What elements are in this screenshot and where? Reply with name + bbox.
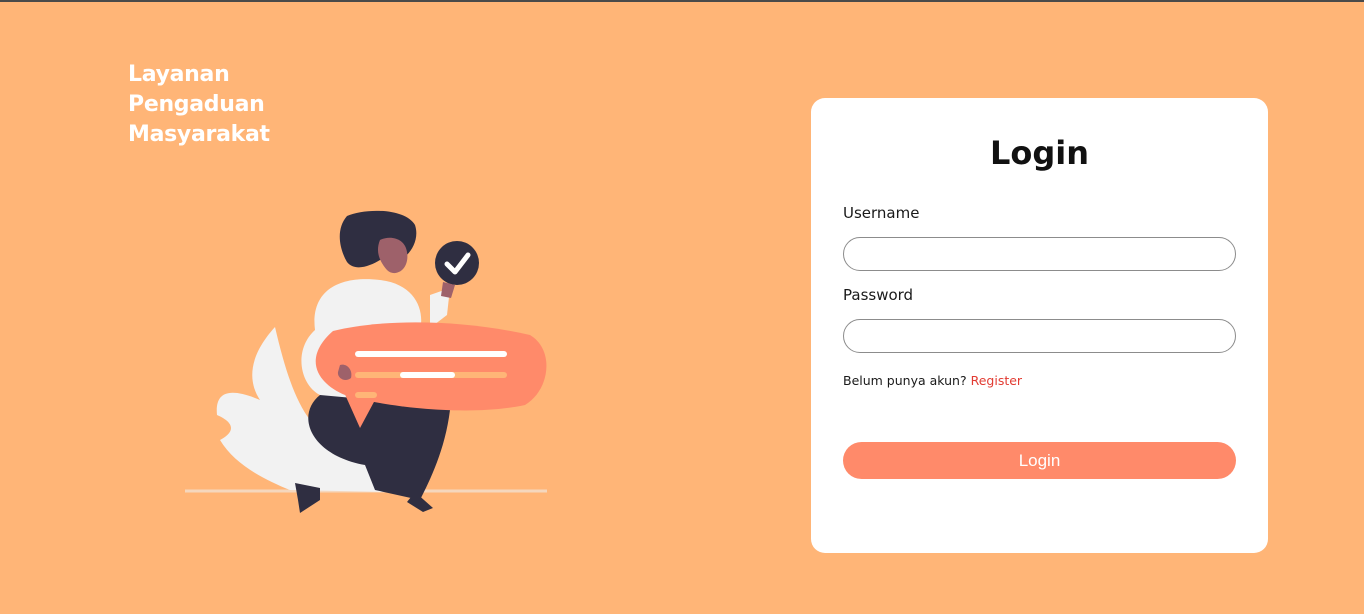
login-button[interactable]: Login: [843, 442, 1236, 479]
login-card: Login Username Password Belum punya akun…: [811, 98, 1268, 553]
person-illustration: [185, 210, 547, 513]
register-prompt-text: Belum punya akun?: [843, 373, 967, 388]
brand-line-1: Layanan: [128, 62, 230, 87]
brand-line-3: Masyarakat: [128, 122, 270, 147]
brand-title: Layanan Pengaduan Masyarakat: [128, 60, 270, 150]
login-title: Login: [989, 134, 1090, 172]
window-top-border: [0, 0, 1364, 2]
register-prompt-line: Belum punya akun? Register: [843, 373, 1022, 388]
person-shoe-left: [295, 483, 320, 513]
brand-line-2: Pengaduan: [128, 92, 265, 117]
message-line-1: [355, 351, 507, 357]
message-line-2-highlight: [400, 372, 455, 378]
password-label: Password: [843, 286, 914, 304]
username-input[interactable]: [843, 237, 1236, 271]
register-link[interactable]: Register: [971, 373, 1022, 388]
check-badge: [435, 241, 479, 285]
username-label: Username: [843, 204, 920, 222]
message-line-3: [355, 392, 377, 398]
password-input[interactable]: [843, 319, 1236, 353]
